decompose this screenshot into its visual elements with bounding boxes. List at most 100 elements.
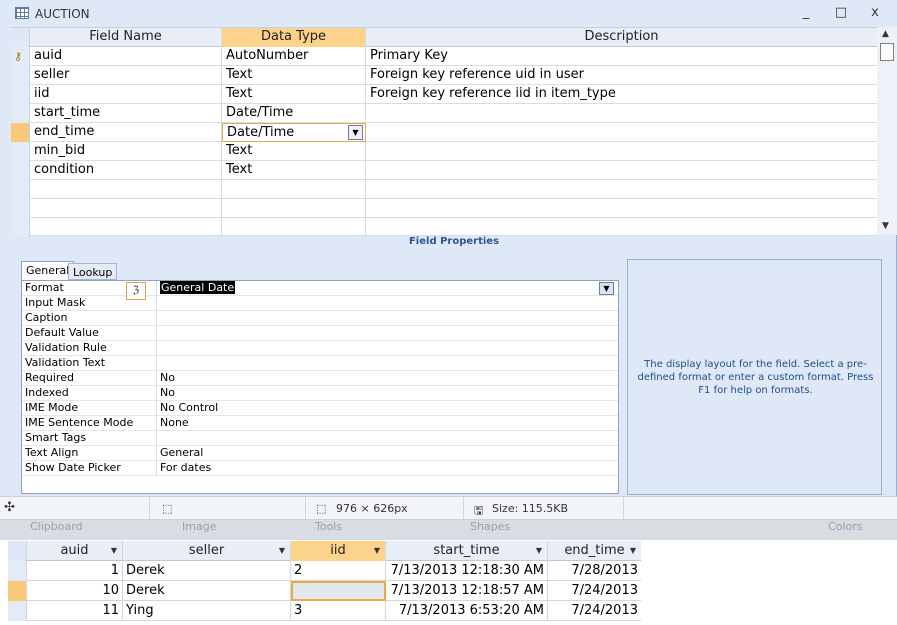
row-selector[interactable] bbox=[11, 218, 30, 237]
sort-filter-arrow-icon[interactable]: ▼ bbox=[630, 541, 636, 560]
header-data-type[interactable]: Data Type bbox=[222, 28, 366, 47]
sort-filter-arrow-icon[interactable]: ▼ bbox=[536, 541, 542, 560]
table-row[interactable]: 11 Ying 3 7/13/2013 6:53:20 AM 7/24/2013 bbox=[8, 601, 641, 621]
property-value[interactable] bbox=[156, 431, 618, 446]
row-selector[interactable] bbox=[11, 85, 30, 104]
scroll-down-arrow-icon[interactable]: ▼ bbox=[882, 221, 889, 231]
data-type-cell[interactable] bbox=[222, 218, 366, 237]
property-value[interactable] bbox=[156, 326, 618, 341]
description-cell[interactable]: Foreign key reference uid in user bbox=[366, 66, 877, 85]
property-value[interactable] bbox=[156, 311, 618, 326]
record-selector[interactable] bbox=[8, 561, 27, 581]
row-selector[interactable] bbox=[11, 180, 30, 199]
field-row[interactable]: iid Text Foreign key reference iid in it… bbox=[11, 85, 877, 104]
row-selector[interactable] bbox=[11, 66, 30, 85]
property-row-caption[interactable]: Caption bbox=[22, 311, 618, 326]
description-cell[interactable]: Primary Key bbox=[366, 47, 877, 66]
minimize-button[interactable]: _ bbox=[798, 5, 814, 21]
description-cell[interactable] bbox=[366, 218, 877, 237]
field-row[interactable]: min_bid Text bbox=[11, 142, 877, 161]
description-cell[interactable] bbox=[366, 180, 877, 199]
field-row-empty[interactable] bbox=[11, 218, 877, 237]
property-value[interactable] bbox=[156, 341, 618, 356]
field-row[interactable]: condition Text bbox=[11, 161, 877, 180]
data-type-cell[interactable]: Text bbox=[222, 85, 366, 104]
cell-seller[interactable]: Ying bbox=[123, 601, 291, 621]
field-row[interactable]: seller Text Foreign key reference uid in… bbox=[11, 66, 877, 85]
field-row[interactable]: ⚷ auid AutoNumber Primary Key bbox=[11, 47, 877, 66]
cell-auid[interactable]: 1 bbox=[27, 561, 123, 581]
field-name-cell[interactable] bbox=[30, 180, 222, 199]
property-row-show-date-picker[interactable]: Show Date Picker For dates bbox=[22, 461, 618, 476]
property-value[interactable] bbox=[156, 296, 618, 311]
column-header-start-time[interactable]: start_time ▼ bbox=[386, 541, 548, 561]
cell-iid[interactable]: 2 bbox=[291, 561, 386, 581]
select-all-corner[interactable] bbox=[11, 28, 30, 47]
column-header-end-time[interactable]: end_time ▼ bbox=[548, 541, 641, 561]
scroll-up-arrow-icon[interactable]: ▲ bbox=[882, 29, 889, 39]
row-selector[interactable] bbox=[11, 104, 30, 123]
property-row-ime-mode[interactable]: IME Mode No Control bbox=[22, 401, 618, 416]
description-cell[interactable] bbox=[366, 104, 877, 123]
field-name-cell[interactable]: auid bbox=[30, 47, 222, 66]
data-type-cell[interactable]: Text bbox=[222, 161, 366, 180]
cell-end-time[interactable]: 7/28/2013 bbox=[548, 561, 641, 581]
header-field-name[interactable]: Field Name bbox=[30, 28, 222, 47]
row-selector[interactable] bbox=[11, 123, 30, 142]
property-value[interactable] bbox=[156, 356, 618, 371]
cell-seller[interactable]: Derek bbox=[123, 561, 291, 581]
property-row-format[interactable]: Format ℨ General Date ▼ bbox=[22, 281, 618, 300]
field-row-empty[interactable] bbox=[11, 199, 877, 218]
property-value[interactable]: None bbox=[156, 416, 618, 431]
cell-iid-active[interactable] bbox=[291, 581, 386, 601]
property-row-indexed[interactable]: Indexed No bbox=[22, 386, 618, 401]
data-type-cell[interactable]: AutoNumber bbox=[222, 47, 366, 66]
property-row-smart-tags[interactable]: Smart Tags bbox=[22, 431, 618, 446]
column-header-iid[interactable]: iid ▼ bbox=[291, 541, 386, 561]
scrollbar-thumb[interactable] bbox=[880, 43, 894, 61]
property-value[interactable]: General bbox=[156, 446, 618, 461]
field-name-cell[interactable] bbox=[30, 199, 222, 218]
record-selector[interactable] bbox=[8, 581, 27, 601]
row-selector[interactable] bbox=[11, 161, 30, 180]
description-cell[interactable] bbox=[366, 142, 877, 161]
field-name-cell[interactable]: start_time bbox=[30, 104, 222, 123]
field-row-empty[interactable] bbox=[11, 180, 877, 199]
cell-end-time[interactable]: 7/24/2013 bbox=[548, 581, 641, 601]
data-type-dropdown-button[interactable]: ▼ bbox=[348, 125, 363, 140]
field-name-cell[interactable] bbox=[30, 218, 222, 237]
cell-end-time[interactable]: 7/24/2013 bbox=[548, 601, 641, 621]
cell-start-time[interactable]: 7/13/2013 12:18:30 AM bbox=[386, 561, 548, 581]
tab-lookup[interactable]: Lookup bbox=[68, 263, 118, 280]
property-row-default-value[interactable]: Default Value bbox=[22, 326, 618, 341]
property-value[interactable]: For dates bbox=[156, 461, 618, 476]
property-value[interactable]: No bbox=[156, 371, 618, 386]
description-cell[interactable] bbox=[366, 161, 877, 180]
property-value[interactable]: No Control bbox=[156, 401, 618, 416]
property-row-validation-rule[interactable]: Validation Rule bbox=[22, 341, 618, 356]
field-row[interactable]: start_time Date/Time bbox=[11, 104, 877, 123]
close-button[interactable]: x bbox=[867, 5, 883, 21]
row-selector[interactable] bbox=[11, 142, 30, 161]
cell-seller[interactable]: Derek bbox=[123, 581, 291, 601]
cell-auid[interactable]: 11 bbox=[27, 601, 123, 621]
format-dropdown-button[interactable]: ▼ bbox=[599, 282, 614, 295]
field-name-cell[interactable]: end_time bbox=[30, 123, 222, 142]
cell-iid[interactable]: 3 bbox=[291, 601, 386, 621]
select-all-corner[interactable] bbox=[8, 541, 27, 561]
description-cell[interactable] bbox=[366, 199, 877, 218]
data-type-cell[interactable] bbox=[222, 180, 366, 199]
data-type-cell[interactable]: Date/Time bbox=[222, 104, 366, 123]
data-type-cell[interactable]: Date/Time ▼ bbox=[222, 123, 366, 142]
field-name-cell[interactable]: seller bbox=[30, 66, 222, 85]
property-value[interactable]: No bbox=[156, 386, 618, 401]
property-row-validation-text[interactable]: Validation Text bbox=[22, 356, 618, 371]
row-selector[interactable]: ⚷ bbox=[11, 47, 30, 66]
sort-filter-arrow-icon[interactable]: ▼ bbox=[279, 541, 285, 560]
cell-start-time[interactable]: 7/13/2013 12:18:57 AM bbox=[386, 581, 548, 601]
sort-filter-arrow-icon[interactable]: ▼ bbox=[111, 541, 117, 560]
field-name-cell[interactable]: condition bbox=[30, 161, 222, 180]
table-row[interactable]: 1 Derek 2 7/13/2013 12:18:30 AM 7/28/201… bbox=[8, 561, 641, 581]
table-row-selected[interactable]: 10 Derek 7/13/2013 12:18:57 AM 7/24/2013 bbox=[8, 581, 641, 601]
field-name-cell[interactable]: iid bbox=[30, 85, 222, 104]
